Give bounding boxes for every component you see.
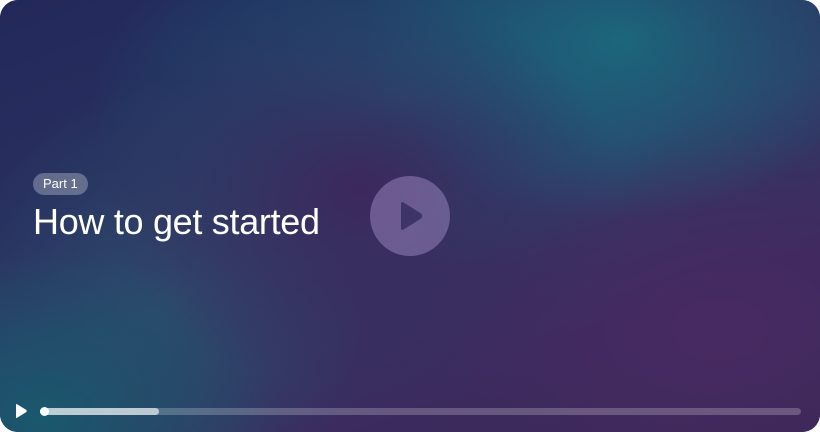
video-player[interactable]: Part 1 How to get started <box>0 0 820 432</box>
progress-handle[interactable] <box>40 407 49 416</box>
play-icon <box>401 202 423 230</box>
progress-fill <box>40 408 160 415</box>
video-title: How to get started <box>33 201 320 242</box>
part-badge: Part 1 <box>33 173 88 195</box>
play-icon <box>16 404 27 418</box>
big-play-button[interactable] <box>370 176 450 256</box>
progress-bar[interactable] <box>40 407 801 416</box>
play-button[interactable] <box>13 403 29 419</box>
